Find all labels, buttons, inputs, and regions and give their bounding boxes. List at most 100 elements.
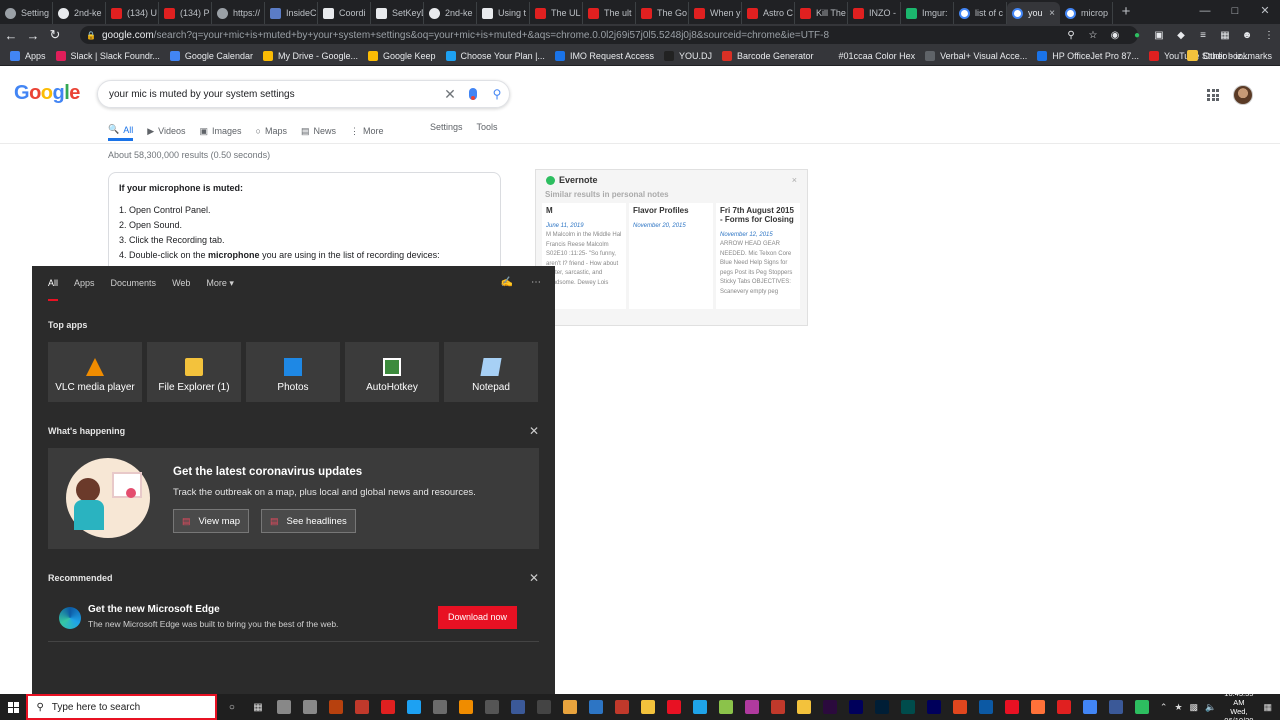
bookmark-item[interactable]: My Drive - Google... bbox=[262, 50, 358, 61]
evernote-note-card[interactable]: Flavor Profiles November 20, 2015 bbox=[629, 203, 713, 309]
pinned-app-icon[interactable] bbox=[585, 696, 607, 718]
browser-tab[interactable]: The Go bbox=[636, 2, 689, 24]
bookmark-item[interactable]: Google Keep bbox=[367, 50, 436, 61]
extension-icon[interactable]: ◉ bbox=[1104, 30, 1126, 41]
scope-tab[interactable]: Documents bbox=[111, 277, 157, 301]
profile-avatar-icon[interactable]: ☻ bbox=[1236, 30, 1258, 41]
pinned-app-icon[interactable] bbox=[819, 696, 841, 718]
bookmark-item[interactable]: Barcode Generator bbox=[722, 50, 814, 61]
minimize-icon[interactable]: — bbox=[1190, 0, 1220, 24]
close-icon[interactable]: ✕ bbox=[529, 424, 539, 438]
media-control-icon[interactable]: ≡ bbox=[1192, 30, 1214, 41]
scope-tab[interactable]: Web bbox=[172, 277, 190, 301]
extensions-puzzle-icon[interactable]: ▦ bbox=[1214, 30, 1236, 41]
browser-tab[interactable]: (134) U bbox=[106, 2, 159, 24]
browser-tab[interactable]: SetKeyD bbox=[371, 2, 424, 24]
volume-icon[interactable]: 🔈 bbox=[1205, 702, 1216, 713]
tools-link[interactable]: Tools bbox=[477, 122, 498, 132]
star-icon[interactable]: ★ bbox=[1174, 702, 1182, 713]
pinned-app-icon[interactable] bbox=[273, 696, 295, 718]
browser-tab[interactable]: you × bbox=[1007, 2, 1060, 24]
bookmark-item[interactable]: Google Calendar bbox=[169, 50, 253, 61]
browser-tab[interactable]: Astro C bbox=[742, 2, 795, 24]
network-icon[interactable]: ▩ bbox=[1190, 702, 1199, 713]
close-icon[interactable]: × bbox=[792, 175, 797, 185]
feedback-icon[interactable]: ✍ bbox=[501, 277, 513, 288]
bookmark-item[interactable]: HP OfficeJet Pro 87... bbox=[1037, 50, 1139, 61]
bookmark-item[interactable]: #01ccaa Color Hex bbox=[823, 50, 915, 61]
pinned-app-icon[interactable] bbox=[559, 696, 581, 718]
top-app-tile[interactable]: VLC media player bbox=[48, 342, 142, 402]
scope-tab[interactable]: All bbox=[48, 277, 59, 301]
scope-tab[interactable]: Apps bbox=[74, 277, 95, 301]
close-window-icon[interactable]: ✕ bbox=[1250, 0, 1280, 24]
pinned-app-icon[interactable] bbox=[351, 696, 373, 718]
browser-tab[interactable]: The UL bbox=[530, 2, 583, 24]
pinned-app-icon[interactable] bbox=[949, 696, 971, 718]
notifications-icon[interactable]: ▦ bbox=[1263, 702, 1272, 713]
bookmark-item[interactable]: IMO Request Access bbox=[554, 50, 654, 61]
bookmark-item[interactable]: Apps bbox=[10, 50, 46, 61]
browser-tab[interactable]: InsideC bbox=[265, 2, 318, 24]
account-avatar[interactable] bbox=[1233, 85, 1253, 105]
pinned-app-icon[interactable] bbox=[1079, 696, 1101, 718]
pinned-app-icon[interactable] bbox=[481, 696, 503, 718]
pinned-app-icon[interactable] bbox=[689, 696, 711, 718]
browser-tab[interactable]: 2nd-ke bbox=[424, 2, 477, 24]
scope-tab[interactable]: More ▾ bbox=[206, 277, 234, 301]
tab-all[interactable]: 🔍 All bbox=[108, 121, 134, 141]
pinned-app-icon[interactable] bbox=[377, 696, 399, 718]
omnibox[interactable]: 🔒 google.com/search?q=your+mic+is+muted+… bbox=[80, 26, 1138, 44]
browser-tab[interactable]: Using t bbox=[477, 2, 530, 24]
pinned-app-icon[interactable] bbox=[767, 696, 789, 718]
browser-tab[interactable]: https:// bbox=[212, 2, 265, 24]
tray-overflow-icon[interactable]: ⌃ bbox=[1160, 702, 1168, 713]
browser-tab[interactable]: INZO - bbox=[848, 2, 901, 24]
taskbar-search-box[interactable]: ⚲ Type here to search bbox=[26, 694, 217, 720]
download-now-button[interactable]: Download now bbox=[438, 606, 517, 629]
bookmark-item[interactable]: Choose Your Plan |... bbox=[445, 50, 545, 61]
bookmark-item[interactable]: Verbal+ Visual Acce... bbox=[925, 50, 1027, 61]
back-icon[interactable]: ← bbox=[0, 28, 22, 43]
google-apps-icon[interactable] bbox=[1207, 89, 1219, 101]
tab-maps[interactable]: ○ Maps bbox=[256, 121, 287, 141]
pinned-app-icon[interactable] bbox=[897, 696, 919, 718]
tab-more[interactable]: ⋮ More bbox=[350, 121, 384, 141]
pinned-app-icon[interactable] bbox=[715, 696, 737, 718]
pinned-app-icon[interactable] bbox=[325, 696, 347, 718]
browser-tab[interactable]: When y bbox=[689, 2, 742, 24]
tab-news[interactable]: ▤ News bbox=[301, 121, 336, 141]
reload-icon[interactable]: ↻ bbox=[44, 27, 66, 43]
top-app-tile[interactable]: Notepad bbox=[444, 342, 538, 402]
view-map-button[interactable]: ▤ View map bbox=[173, 509, 250, 533]
evernote-extension-icon[interactable]: ● bbox=[1126, 30, 1148, 41]
browser-tab[interactable]: Setting bbox=[0, 2, 53, 24]
top-app-tile[interactable]: Photos bbox=[246, 342, 340, 402]
bookmark-star-icon[interactable]: ☆ bbox=[1082, 30, 1104, 41]
new-tab-button[interactable]: + bbox=[1113, 2, 1139, 24]
pinned-app-icon[interactable] bbox=[845, 696, 867, 718]
google-search-box[interactable]: your mic is muted by your system setting… bbox=[97, 80, 510, 108]
browser-tab[interactable]: Imgur: bbox=[901, 2, 954, 24]
browser-tab[interactable]: microp bbox=[1060, 2, 1113, 24]
pinned-app-icon[interactable] bbox=[1131, 696, 1153, 718]
close-tab-icon[interactable]: × bbox=[1049, 8, 1055, 19]
tab-videos[interactable]: ▶ Videos bbox=[147, 121, 185, 141]
pinned-app-icon[interactable] bbox=[1001, 696, 1023, 718]
pinned-app-icon[interactable] bbox=[429, 696, 451, 718]
pinned-app-icon[interactable] bbox=[455, 696, 477, 718]
cortana-icon[interactable]: ○ bbox=[221, 696, 243, 718]
see-headlines-button[interactable]: ▤ See headlines bbox=[261, 509, 356, 533]
pinned-app-icon[interactable] bbox=[793, 696, 815, 718]
extension-icon[interactable]: ▣ bbox=[1148, 30, 1170, 41]
search-icon[interactable]: ⚲ bbox=[485, 87, 509, 101]
start-button[interactable] bbox=[0, 694, 26, 720]
voice-search-icon[interactable] bbox=[469, 88, 477, 100]
pinned-app-icon[interactable] bbox=[507, 696, 529, 718]
news-card[interactable]: Get the latest coronavirus updates Track… bbox=[48, 448, 539, 549]
pinned-app-icon[interactable] bbox=[1105, 696, 1127, 718]
google-logo[interactable]: Google bbox=[14, 82, 80, 105]
browser-tab[interactable]: 2nd-ke bbox=[53, 2, 106, 24]
pinned-app-icon[interactable] bbox=[871, 696, 893, 718]
tab-images[interactable]: ▣ Images bbox=[200, 121, 242, 141]
